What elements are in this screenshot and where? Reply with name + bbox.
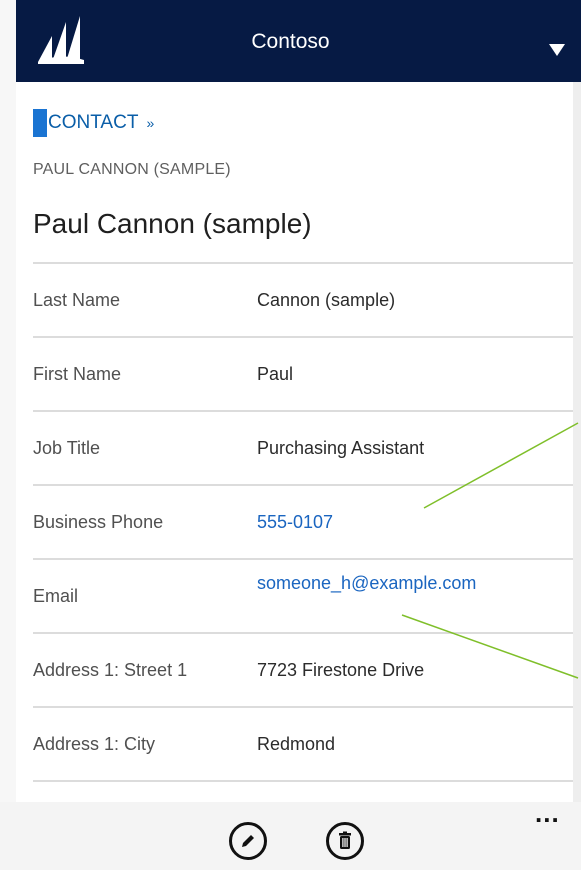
delete-button[interactable] xyxy=(326,822,364,860)
field-row-first-name[interactable]: First Name Paul xyxy=(33,336,573,410)
field-value[interactable]: 7723 Firestone Drive xyxy=(257,634,555,706)
field-row-job-title[interactable]: Job Title Purchasing Assistant xyxy=(33,410,573,484)
field-label: First Name xyxy=(33,363,122,384)
field-row-street[interactable]: Address 1: Street 1 7723 Firestone Drive xyxy=(33,632,573,706)
phone-screen: Contoso C ONTACT » PAUL CANNON (SAMPLE) P… xyxy=(0,0,581,870)
record-form: C ONTACT » PAUL CANNON (SAMPLE) Paul Cann… xyxy=(16,82,573,802)
entity-highlight xyxy=(33,109,47,137)
scroll-edge xyxy=(573,82,581,802)
field-label: Email xyxy=(33,585,79,606)
record-subtitle: PAUL CANNON (SAMPLE) xyxy=(33,161,231,178)
field-value[interactable]: Redmond xyxy=(257,708,555,780)
command-bar xyxy=(0,802,581,870)
field-row-business-phone[interactable]: Business Phone 555-0107 xyxy=(33,484,573,558)
trash-icon xyxy=(339,831,351,849)
entity-label-first: C xyxy=(48,112,62,133)
frame-edge xyxy=(0,0,16,870)
email-link[interactable]: someone_h@example.com xyxy=(257,568,547,598)
field-label: Address 1: Street 1 xyxy=(33,659,188,680)
caret-down-icon[interactable] xyxy=(549,44,565,56)
field-row-last-name[interactable]: Last Name Cannon (sample) xyxy=(33,262,573,336)
breadcrumb-entity[interactable]: C ONTACT » xyxy=(33,109,154,137)
breadcrumb-arrow-icon: » xyxy=(146,115,155,131)
org-name[interactable]: Contoso xyxy=(16,30,581,54)
field-row-partial xyxy=(33,780,573,802)
field-row-city[interactable]: Address 1: City Redmond xyxy=(33,706,573,780)
field-row-email[interactable]: Email someone_h@example.com xyxy=(33,558,573,632)
field-label: Business Phone xyxy=(33,511,164,532)
edit-button[interactable] xyxy=(229,822,267,860)
field-value[interactable]: Paul xyxy=(257,338,555,410)
page-title: Paul Cannon (sample) xyxy=(33,208,312,239)
entity-label-rest: ONTACT xyxy=(61,112,139,133)
field-label: Last Name xyxy=(33,289,121,310)
field-label: Address 1: City xyxy=(33,733,156,754)
field-value[interactable]: Purchasing Assistant xyxy=(257,412,555,484)
pencil-icon xyxy=(242,835,254,847)
phone-link[interactable]: 555-0107 xyxy=(257,486,555,558)
more-ellipsis-icon[interactable]: ... xyxy=(535,798,560,829)
field-label: Job Title xyxy=(33,437,101,458)
field-value[interactable]: Cannon (sample) xyxy=(257,264,555,336)
app-header: Contoso xyxy=(16,0,581,82)
